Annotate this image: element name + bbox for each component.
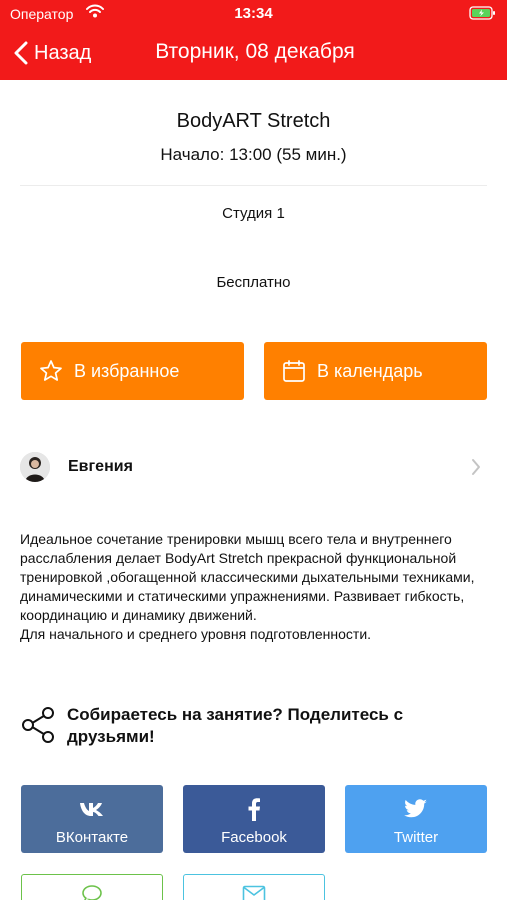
mail-icon (242, 885, 266, 900)
back-button[interactable]: Назад (14, 38, 91, 68)
add-to-favorites-button[interactable]: В избранное (21, 342, 244, 400)
facebook-icon (247, 795, 261, 823)
share-section: Собираетесь на занятие? Поделитесь с дру… (20, 704, 487, 748)
chevron-right-icon (471, 458, 481, 481)
trainer-row[interactable]: Евгения (20, 447, 487, 487)
class-description: Идеальное сочетание тренировки мышц всег… (20, 531, 475, 642)
battery-icon (469, 6, 497, 25)
share-sms-button[interactable] (21, 874, 163, 900)
star-icon (39, 359, 63, 383)
share-twitter-button[interactable]: Twitter (345, 785, 487, 853)
share-icon (20, 706, 56, 749)
favorites-label: В избранное (74, 360, 180, 381)
chevron-left-icon (14, 41, 28, 65)
status-time: 13:34 (234, 5, 273, 22)
page-title: Вторник, 08 декабря (155, 40, 355, 63)
back-button-label: Назад (34, 41, 92, 64)
trainer-avatar (20, 452, 50, 482)
status-bar: Оператор 13:34 (0, 0, 507, 28)
share-twitter-label: Twitter (393, 829, 439, 846)
share-email-button[interactable] (183, 874, 325, 900)
share-facebook-button[interactable]: Facebook (183, 785, 325, 853)
calendar-icon (282, 359, 306, 383)
share-vk-button[interactable]: ВКонтакте (21, 785, 163, 853)
add-to-calendar-button[interactable]: В календарь (264, 342, 487, 400)
divider (20, 185, 487, 186)
price-label: Бесплатно (216, 274, 291, 291)
vk-icon (79, 795, 105, 823)
share-facebook-label: Facebook (221, 829, 287, 846)
calendar-label: В календарь (317, 360, 423, 381)
twitter-icon (404, 795, 428, 823)
studio-label: Студия 1 (222, 205, 285, 222)
class-title: BodyART Stretch (176, 110, 331, 132)
share-vk-label: ВКонтакте (55, 829, 129, 846)
app-header: Оператор 13:34 Назад Вторник, 08 декабря (0, 0, 507, 80)
trainer-name: Евгения (68, 458, 133, 475)
share-prompt: Собираетесь на занятие? Поделитесь с дру… (67, 705, 404, 746)
class-start-time: Начало: 13:00 (55 мин.) (160, 145, 347, 164)
sms-icon (81, 885, 103, 900)
